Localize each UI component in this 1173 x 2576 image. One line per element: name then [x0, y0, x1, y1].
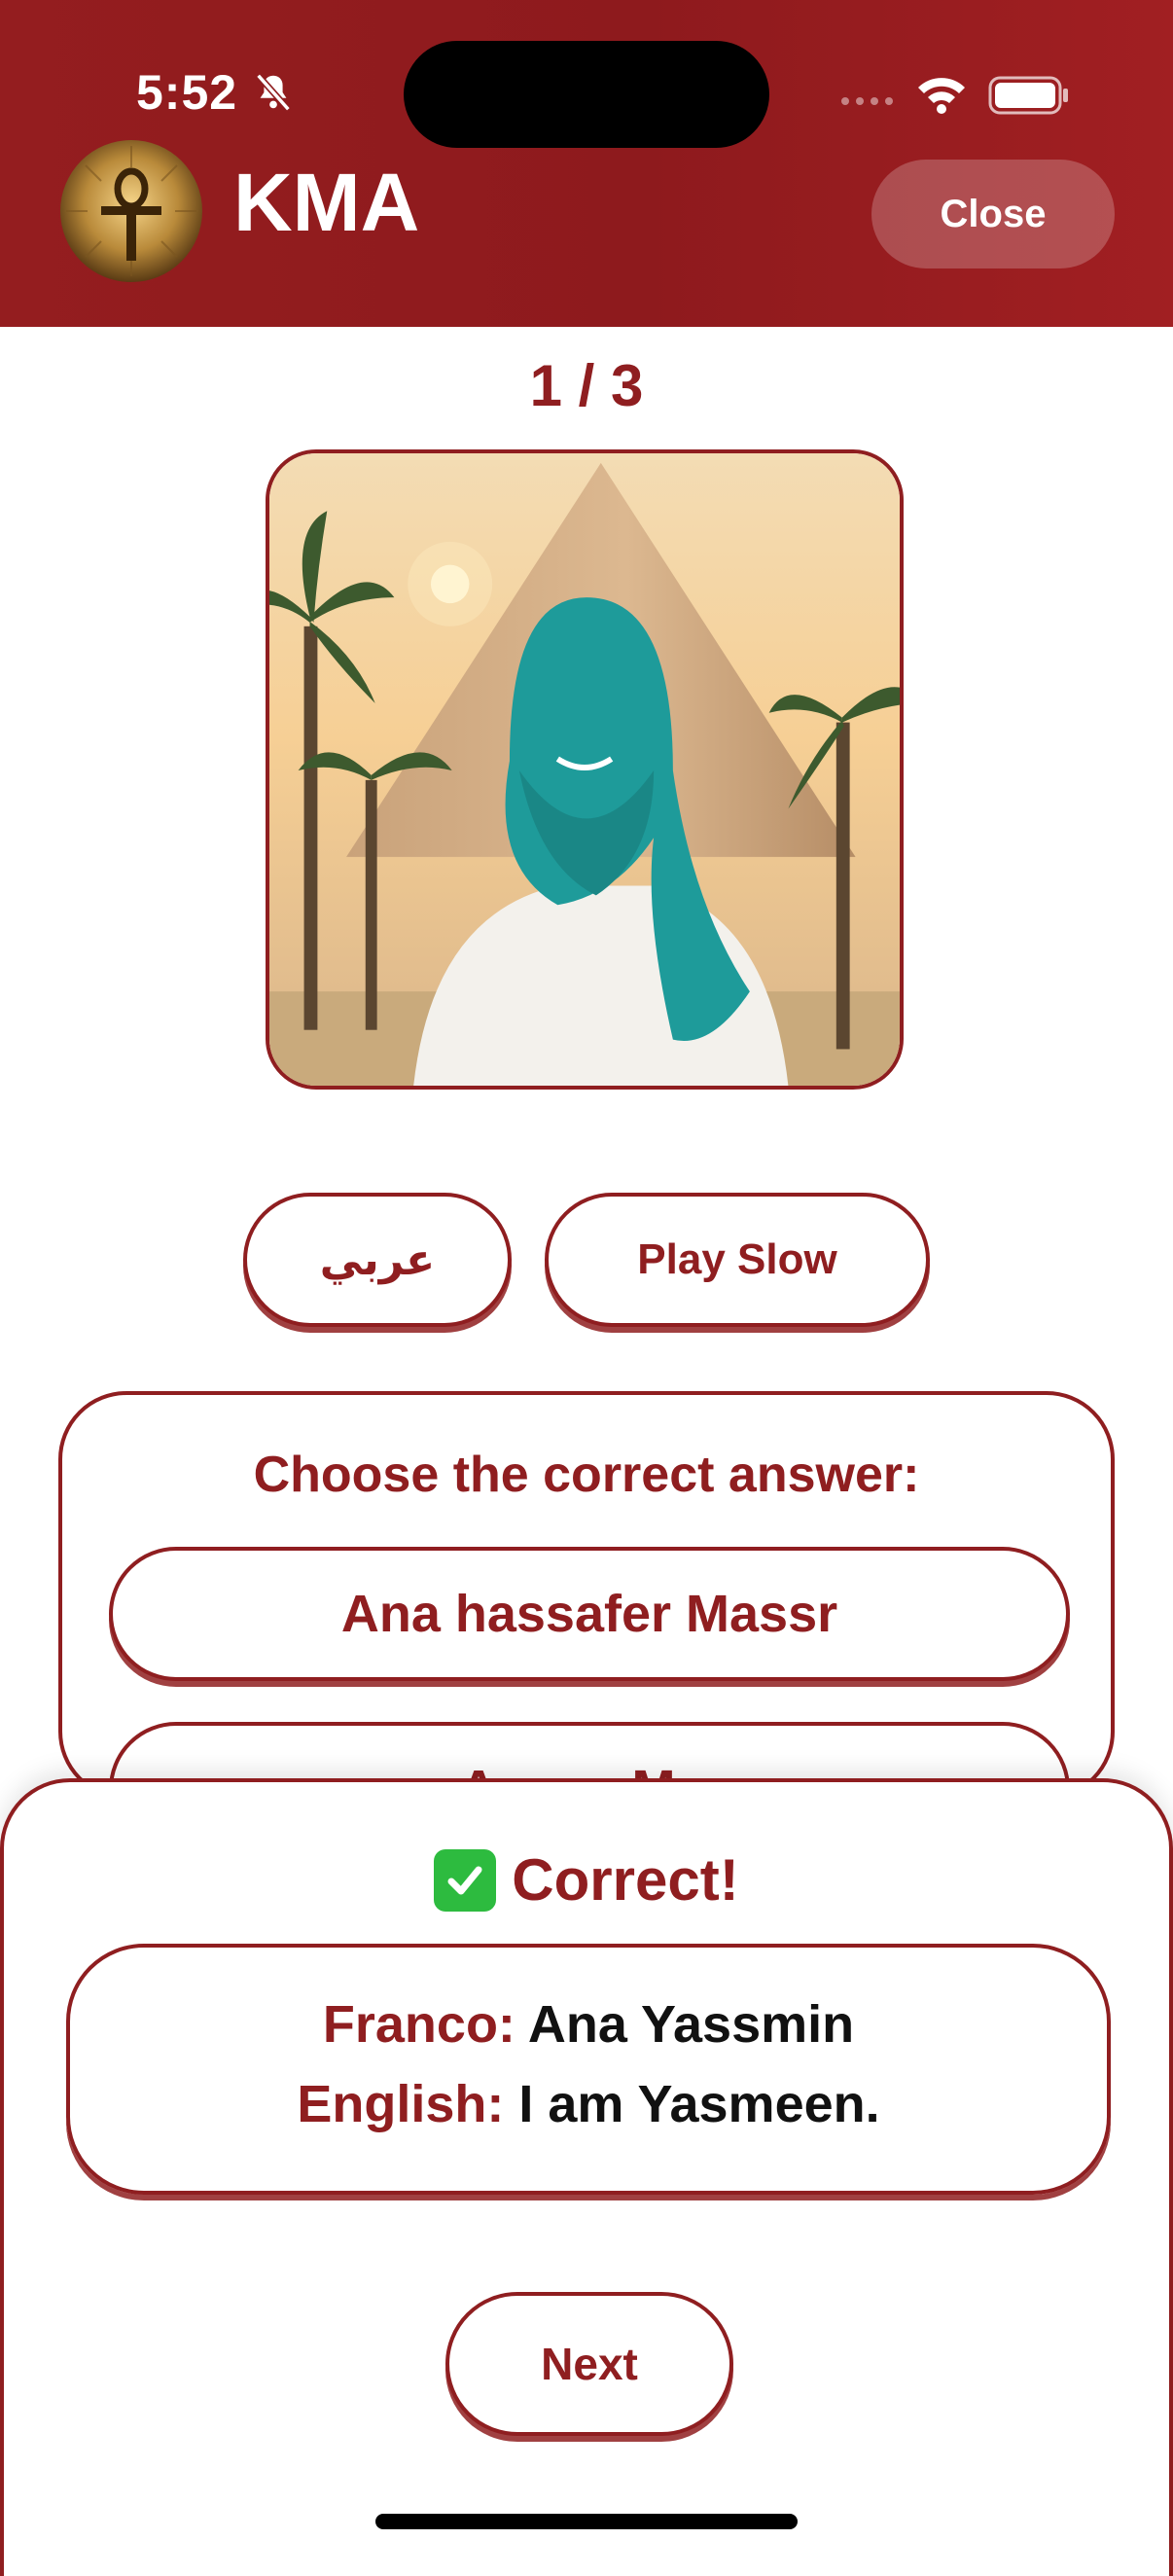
result-title-text: Correct! — [512, 1847, 739, 1913]
result-sheet: Correct! Franco: Ana Yassmin English: I … — [0, 1778, 1173, 2576]
play-slow-button[interactable]: Play Slow — [545, 1193, 930, 1327]
franco-line: Franco: Ana Yassmin — [70, 1994, 1107, 2055]
check-mark-icon — [434, 1848, 497, 1912]
wifi-icon — [918, 78, 965, 114]
lesson-image — [266, 449, 904, 1090]
question-prompt: Choose the correct answer: — [253, 1447, 920, 1503]
cellular-signal-icon — [841, 97, 893, 105]
result-title: Correct! — [4, 1846, 1169, 1914]
question-counter: 1 / 3 — [529, 353, 644, 418]
app-title: KMA — [233, 157, 420, 248]
franco-value: Ana Yassmin — [527, 1995, 855, 2054]
english-label: English: — [297, 2075, 505, 2133]
bell-muted-icon — [256, 73, 291, 112]
app-header: 5:52 KMA Close — [0, 0, 1173, 327]
answer-option[interactable]: Ana hassafer Massr — [109, 1547, 1070, 1681]
status-time: 5:52 — [136, 65, 238, 120]
battery-icon — [988, 76, 1068, 115]
home-indicator[interactable] — [375, 2514, 798, 2529]
ankh-logo — [60, 140, 202, 282]
english-value: I am Yasmeen. — [518, 2075, 880, 2133]
franco-label: Franco: — [322, 1995, 515, 2054]
next-button[interactable]: Next — [445, 2292, 733, 2436]
close-button[interactable]: Close — [871, 160, 1115, 268]
translation-card: Franco: Ana Yassmin English: I am Yasmee… — [66, 1944, 1111, 2195]
arabic-audio-button[interactable]: عربي — [243, 1193, 512, 1327]
question-card: Choose the correct answer: Ana hassafer … — [58, 1391, 1115, 1856]
english-line: English: I am Yasmeen. — [70, 2074, 1107, 2134]
dynamic-island — [404, 41, 769, 148]
